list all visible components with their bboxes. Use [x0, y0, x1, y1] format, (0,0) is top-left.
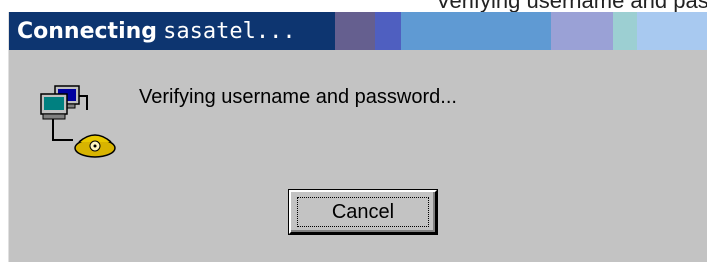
title-prefix: Connecting — [17, 19, 158, 44]
network-dialup-icon — [33, 82, 123, 162]
cancel-button-label: Cancel — [297, 197, 429, 227]
cancel-button[interactable]: Cancel — [289, 190, 437, 234]
window-title: Connecting sasatel... — [17, 18, 296, 45]
status-message: Verifying username and password... — [139, 86, 457, 108]
title-connection-name: sasatel... — [163, 19, 296, 44]
title-bar[interactable]: Connecting sasatel... — [9, 12, 707, 50]
connecting-dialog: Connecting sasatel... Verifying username… — [8, 12, 707, 262]
